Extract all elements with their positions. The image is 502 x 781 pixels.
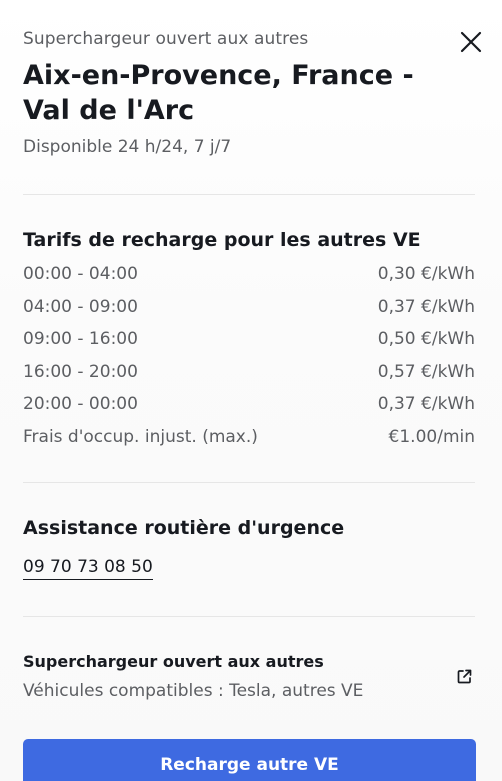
close-button[interactable] [458,29,484,55]
idle-fee-label: Frais d'occup. injust. (max.) [23,426,258,447]
rate-row: 04:00 - 09:00 0,37 €/kWh [23,294,475,327]
supercharger-panel: Superchargeur ouvert aux autres Aix-en-P… [0,0,502,781]
page-title: Aix-en-Provence, France - Val de l'Arc [23,60,414,126]
divider [23,482,475,483]
compatibility-text: Véhicules compatibles : Tesla, autres VE [23,681,364,701]
divider [23,194,475,195]
assistance-phone-link[interactable]: 09 70 73 08 50 [23,557,153,580]
charger-type-subtitle: Superchargeur ouvert aux autres [23,29,309,49]
rate-row: 00:00 - 04:00 0,30 €/kWh [23,261,475,294]
rate-price: 0,37 €/kWh [377,394,475,414]
rates-list: 00:00 - 04:00 0,30 €/kWh 04:00 - 09:00 0… [23,261,475,456]
rate-time: 00:00 - 04:00 [23,264,138,284]
assistance-section-title: Assistance routière d'urgence [23,517,345,539]
rate-time: 16:00 - 20:00 [23,361,138,382]
rate-row: 16:00 - 20:00 0,57 €/kWh [23,359,475,392]
rate-time: 04:00 - 09:00 [23,296,138,317]
rate-row: 09:00 - 16:00 0,50 €/kWh [23,326,475,359]
compatibility-title: Superchargeur ouvert aux autres [23,652,324,671]
close-icon [460,31,482,53]
rate-price: 0,37 €/kWh [377,296,475,317]
divider [23,616,475,617]
charge-other-ev-button[interactable]: Recharge autre VE [23,739,476,781]
external-link-button[interactable] [456,668,473,685]
availability-text: Disponible 24 h/24, 7 j/7 [23,137,232,157]
rate-price: 0,30 €/kWh [377,264,475,284]
rate-time: 09:00 - 16:00 [23,329,138,349]
rates-section-title: Tarifs de recharge pour les autres VE [23,229,421,251]
rate-price: 0,50 €/kWh [377,329,475,349]
idle-fee-price: €1.00/min [388,426,475,447]
rate-time: 20:00 - 00:00 [23,394,138,414]
rate-row: 20:00 - 00:00 0,37 €/kWh [23,391,475,424]
external-link-icon [457,669,472,684]
rate-price: 0,57 €/kWh [377,361,475,382]
idle-fee-row: Frais d'occup. injust. (max.) €1.00/min [23,424,475,457]
